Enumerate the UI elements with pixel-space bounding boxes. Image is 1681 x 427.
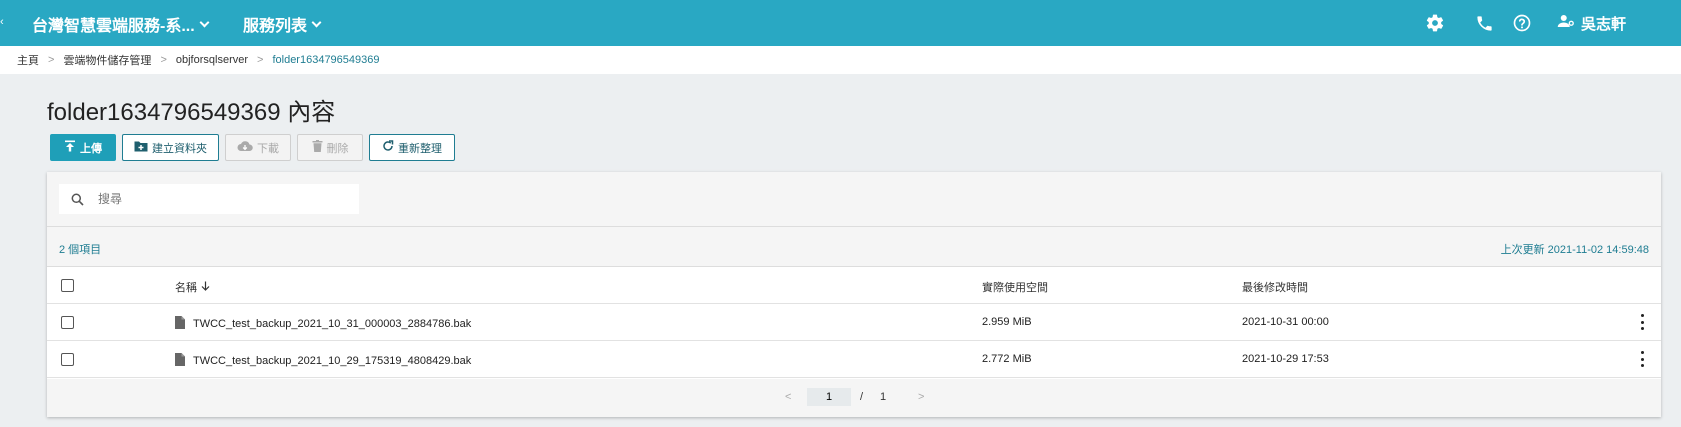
- file-modified: 2021-10-31 00:00: [1242, 316, 1329, 328]
- delete-button-label: 刪除: [326, 142, 349, 155]
- refresh-button[interactable]: 重新整理: [369, 134, 455, 161]
- name-column-label: 名稱: [175, 282, 197, 294]
- file-modified: 2021-10-29 17:53: [1242, 353, 1329, 365]
- create-folder-icon: [134, 140, 148, 155]
- user-name: 吳志軒: [1581, 15, 1627, 33]
- breadcrumb-home[interactable]: 主頁: [17, 52, 39, 68]
- select-all-checkbox[interactable]: [61, 279, 74, 292]
- upload-button[interactable]: 上傳: [50, 134, 116, 161]
- download-button-label: 下載: [257, 142, 279, 155]
- gear-icon[interactable]: [1424, 12, 1446, 34]
- breadcrumb-separator: >: [160, 54, 167, 66]
- page-number-input[interactable]: [807, 388, 851, 406]
- table-meta-row: 2 個項目 上次更新 2021-11-02 14:59:48: [47, 227, 1661, 267]
- name-column-header[interactable]: 名稱: [175, 279, 210, 295]
- create-folder-button[interactable]: 建立資料夾: [122, 134, 219, 161]
- breadcrumb-separator: >: [48, 54, 55, 66]
- project-selector-label: 台灣智慧雲端服務-系...: [32, 18, 195, 35]
- create-folder-button-label: 建立資料夾: [152, 142, 207, 155]
- page-title: folder1634796549369 內容: [47, 99, 336, 126]
- upload-button-label: 上傳: [80, 142, 102, 155]
- refresh-icon: [382, 140, 394, 155]
- table-header-row: 名稱 實際使用空間 最後修改時間: [47, 267, 1661, 304]
- file-name: TWCC_test_backup_2021_10_31_000003_28847…: [193, 318, 472, 330]
- total-pages: 1: [880, 391, 887, 403]
- more-options-icon[interactable]: [1639, 351, 1645, 367]
- modified-column-header: 最後修改時間: [1242, 282, 1308, 294]
- download-button[interactable]: 下載: [225, 134, 291, 161]
- item-count: 2 個項目: [59, 244, 102, 256]
- search-input[interactable]: [98, 192, 328, 206]
- file-table-panel: 2 個項目 上次更新 2021-11-02 14:59:48 名稱 實際使用空間…: [47, 172, 1661, 417]
- chevron-down-icon: [311, 17, 322, 27]
- user-icon: [1557, 12, 1575, 34]
- file-link[interactable]: TWCC_test_backup_2021_10_29_175319_48084…: [175, 353, 471, 369]
- project-selector[interactable]: 台灣智慧雲端服務-系...: [32, 12, 210, 36]
- file-size: 2.959 MiB: [982, 316, 1032, 328]
- breadcrumb-bucket[interactable]: objforsqlserver: [176, 54, 248, 66]
- next-page-icon[interactable]: >: [918, 391, 924, 403]
- breadcrumb: 主頁 > 雲端物件儲存管理 > objforsqlserver > folder…: [0, 46, 1681, 74]
- file-icon: [175, 353, 185, 369]
- services-menu[interactable]: 服務列表: [243, 12, 322, 36]
- breadcrumb-object-storage[interactable]: 雲端物件儲存管理: [63, 52, 151, 68]
- arrow-down-icon: [201, 281, 210, 294]
- file-icon: [175, 316, 185, 332]
- pagination: < / 1 >: [47, 379, 1661, 417]
- user-menu[interactable]: 吳志軒: [1557, 12, 1626, 34]
- trash-icon: [312, 140, 323, 155]
- delete-button[interactable]: 刪除: [297, 134, 363, 161]
- refresh-button-label: 重新整理: [398, 142, 442, 155]
- file-link[interactable]: TWCC_test_backup_2021_10_31_000003_28847…: [175, 316, 471, 332]
- page-separator: /: [860, 391, 864, 403]
- services-menu-label: 服務列表: [243, 18, 308, 35]
- file-name: TWCC_test_backup_2021_10_29_175319_48084…: [193, 355, 472, 367]
- search-box: [59, 184, 359, 214]
- breadcrumb-separator: >: [257, 54, 264, 66]
- row-checkbox[interactable]: [61, 353, 74, 366]
- table-row: TWCC_test_backup_2021_10_31_000003_28847…: [47, 304, 1661, 341]
- breadcrumb-folder: folder1634796549369: [272, 54, 380, 66]
- last-updated: 上次更新 2021-11-02 14:59:48: [1500, 244, 1649, 256]
- search-icon: [71, 193, 84, 206]
- chevron-down-icon: [199, 17, 210, 27]
- file-name-cell: TWCC_test_backup_2021_10_29_175319_48084…: [175, 353, 471, 369]
- search-area: [47, 172, 1661, 227]
- size-column-header: 實際使用空間: [982, 282, 1048, 294]
- upload-icon: [64, 140, 76, 155]
- more-options-icon[interactable]: [1639, 314, 1645, 330]
- file-size: 2.772 MiB: [982, 353, 1032, 365]
- file-name-cell: TWCC_test_backup_2021_10_31_000003_28847…: [175, 316, 471, 332]
- phone-icon[interactable]: [1473, 12, 1495, 34]
- row-checkbox[interactable]: [61, 316, 74, 329]
- previous-page-icon[interactable]: <: [785, 391, 791, 403]
- table-row: TWCC_test_backup_2021_10_29_175319_48084…: [47, 341, 1661, 378]
- cloud-download-icon: [237, 140, 253, 155]
- help-icon[interactable]: [1511, 12, 1533, 34]
- top-navbar: ‹ 台灣智慧雲端服務-系... 服務列表 吳志軒: [0, 0, 1681, 46]
- drawer-edge-icon[interactable]: ‹: [0, 16, 4, 28]
